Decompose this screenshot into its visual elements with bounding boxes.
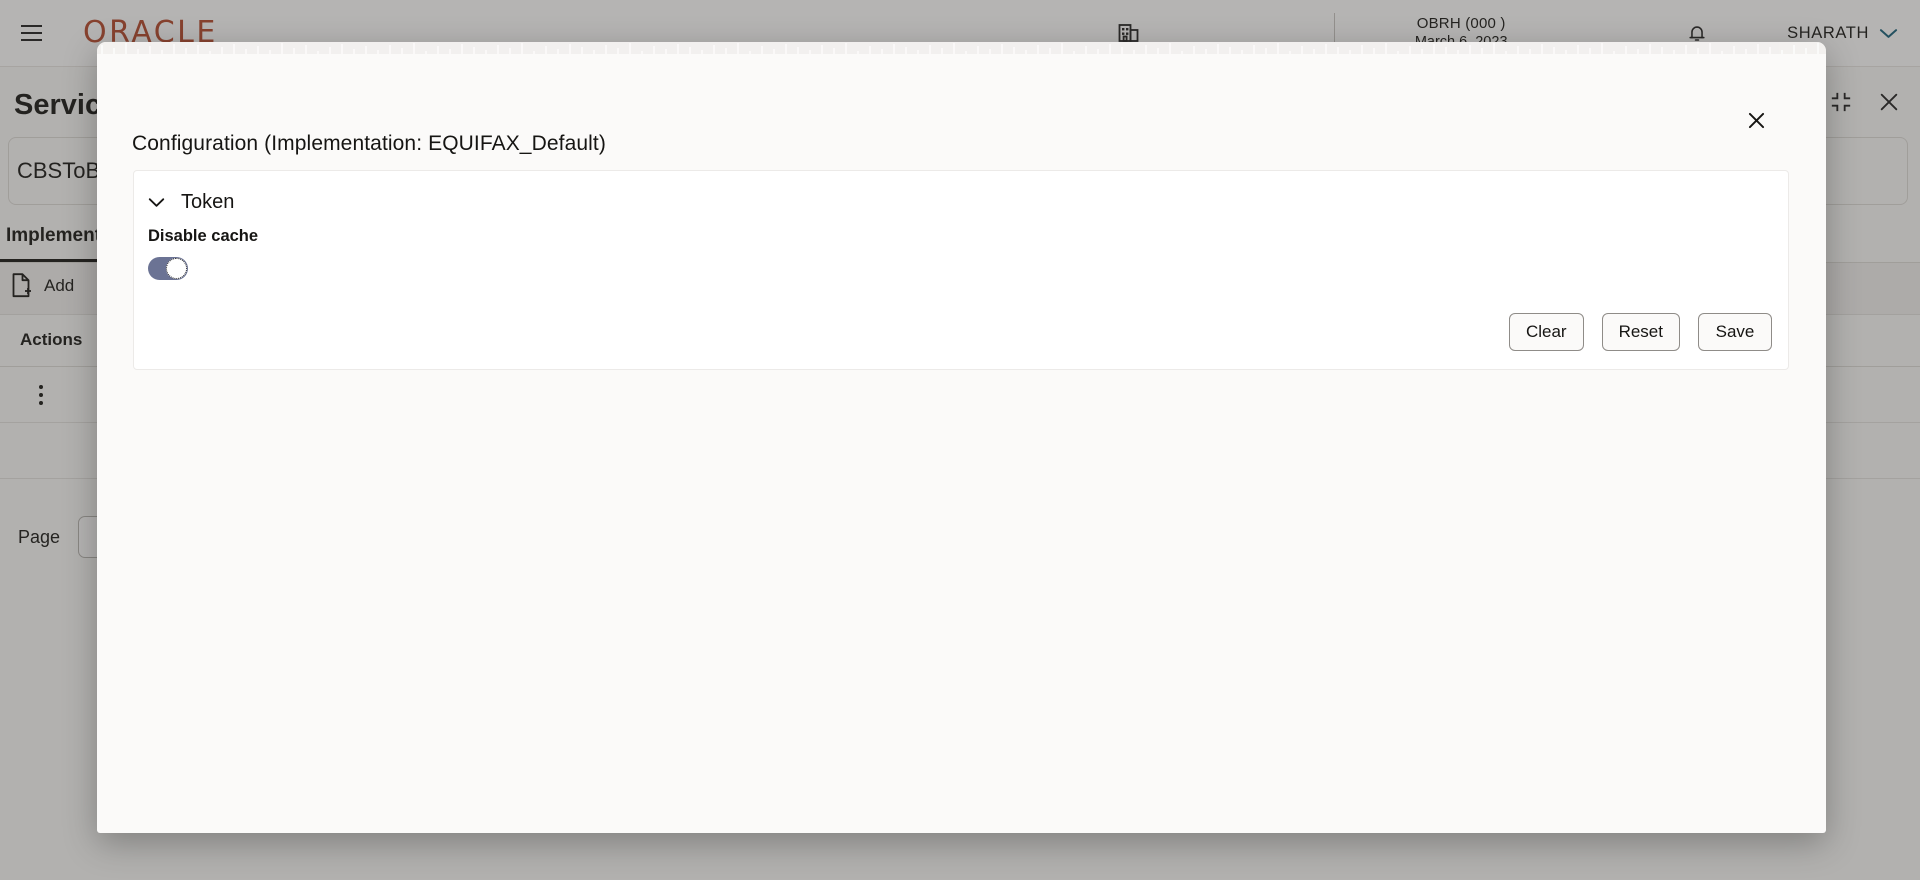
clear-button[interactable]: Clear <box>1508 313 1584 351</box>
save-button[interactable]: Save <box>1698 313 1772 351</box>
toggle-knob <box>166 258 187 279</box>
application-root: ORACLE OBRH (000 ) March 6, 2023 <box>0 0 1920 880</box>
configuration-modal: Configuration (Implementation: EQUIFAX_D… <box>97 42 1826 833</box>
token-section-title: Token <box>181 191 235 213</box>
modal-top-texture <box>97 42 1826 54</box>
token-section-header[interactable]: Token <box>148 191 234 214</box>
modal-title: Configuration (Implementation: EQUIFAX_D… <box>132 132 606 155</box>
chevron-down-icon <box>148 198 165 207</box>
reset-button[interactable]: Reset <box>1601 313 1680 351</box>
disable-cache-label: Disable cache <box>148 227 259 245</box>
modal-close-icon[interactable] <box>1741 105 1771 135</box>
disable-cache-toggle[interactable] <box>148 257 188 280</box>
modal-action-buttons: Clear Reset Save <box>1508 313 1772 351</box>
token-section-panel: Token Disable cache Clear Reset Save <box>133 170 1789 370</box>
